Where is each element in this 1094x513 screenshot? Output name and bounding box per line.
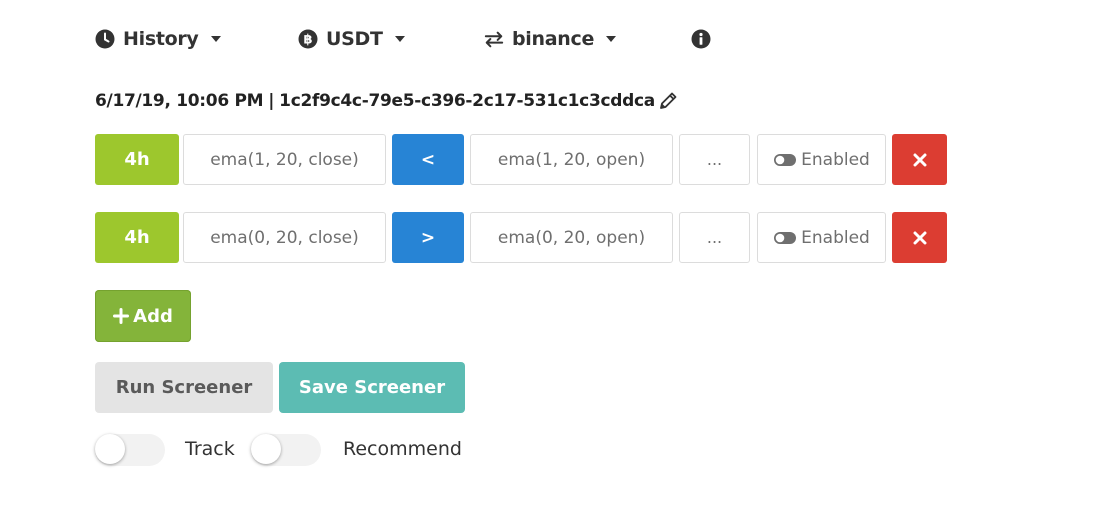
- screener-header: 6/17/19, 10:06 PM | 1c2f9c4c-79e5-c396-2…: [95, 88, 679, 114]
- left-expression-field[interactable]: ema(1, 20, close): [183, 134, 386, 185]
- recommend-label: Recommend: [343, 438, 462, 460]
- close-icon: [913, 231, 927, 245]
- toggle-knob: [251, 434, 281, 464]
- exchange-arrows-icon: [484, 29, 504, 49]
- left-expression-field[interactable]: ema(0, 20, close): [183, 212, 386, 263]
- add-condition-button[interactable]: Add: [95, 290, 191, 342]
- clock-icon: [95, 29, 115, 49]
- enabled-toggle-button[interactable]: Enabled: [757, 134, 886, 185]
- exchange-label: binance: [512, 28, 595, 50]
- enabled-label: Enabled: [801, 149, 870, 170]
- more-options-button[interactable]: ...: [679, 212, 750, 263]
- currency-dropdown[interactable]: ฿ USDT: [298, 26, 405, 52]
- right-expression-field[interactable]: ema(1, 20, open): [470, 134, 673, 185]
- pencil-icon[interactable]: [657, 90, 679, 112]
- history-dropdown[interactable]: History: [95, 26, 221, 52]
- currency-label: USDT: [326, 28, 383, 50]
- add-label: Add: [133, 305, 173, 327]
- bitcoin-icon: ฿: [298, 29, 318, 49]
- toggle-knob: [95, 434, 125, 464]
- info-icon[interactable]: [691, 29, 711, 49]
- track-toggle[interactable]: [95, 434, 165, 466]
- chevron-down-icon: [210, 36, 221, 42]
- timeframe-button[interactable]: 4h: [95, 134, 179, 185]
- screener-id: 1c2f9c4c-79e5-c396-2c17-531c1c3cddca: [279, 91, 655, 111]
- enabled-toggle-button[interactable]: Enabled: [757, 212, 886, 263]
- right-expression-field[interactable]: ema(0, 20, open): [470, 212, 673, 263]
- chevron-down-icon: [394, 36, 405, 42]
- toggle-on-icon: [773, 231, 797, 245]
- svg-text:฿: ฿: [303, 33, 312, 48]
- recommend-toggle[interactable]: [251, 434, 321, 466]
- delete-condition-button[interactable]: [892, 134, 947, 185]
- enabled-label: Enabled: [801, 227, 870, 248]
- screener-date: 6/17/19, 10:06 PM: [95, 91, 264, 111]
- run-screener-button[interactable]: Run Screener: [95, 362, 273, 413]
- close-icon: [913, 153, 927, 167]
- timeframe-button[interactable]: 4h: [95, 212, 179, 263]
- operator-button[interactable]: <: [392, 134, 464, 185]
- screener-separator: |: [268, 91, 275, 111]
- condition-row: 4h ema(1, 20, close) < ema(1, 20, open) …: [95, 134, 955, 185]
- track-label: Track: [185, 438, 235, 460]
- plus-icon: [113, 308, 130, 324]
- operator-button[interactable]: >: [392, 212, 464, 263]
- history-label: History: [123, 28, 199, 50]
- more-options-button[interactable]: ...: [679, 134, 750, 185]
- chevron-down-icon: [606, 36, 617, 42]
- toggle-on-icon: [773, 153, 797, 167]
- delete-condition-button[interactable]: [892, 212, 947, 263]
- condition-row: 4h ema(0, 20, close) > ema(0, 20, open) …: [95, 212, 955, 263]
- exchange-dropdown[interactable]: binance: [484, 26, 617, 52]
- save-screener-button[interactable]: Save Screener: [279, 362, 465, 413]
